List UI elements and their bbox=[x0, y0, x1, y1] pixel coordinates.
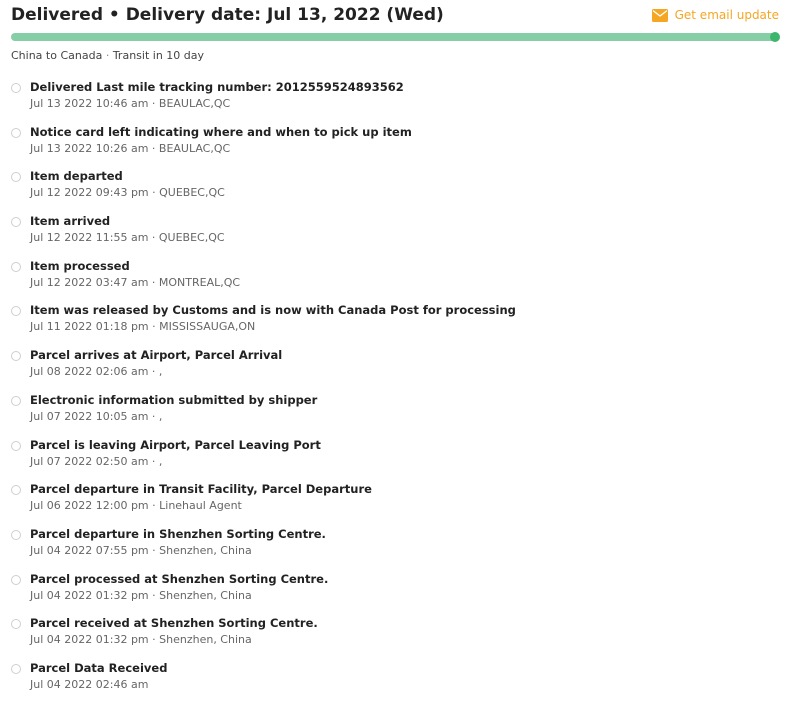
tracking-event: Parcel processed at Shenzhen Sorting Cen… bbox=[10, 572, 780, 617]
progress-fill bbox=[11, 33, 779, 41]
event-description: Parcel is leaving Airport, Parcel Leavin… bbox=[30, 437, 321, 452]
timeline-dot-icon bbox=[11, 574, 21, 585]
event-time-location: Jul 13 2022 10:26 am · BEAULAC,QC bbox=[30, 141, 231, 155]
event-description: Electronic information submitted by ship… bbox=[30, 392, 318, 407]
event-time-location: Jul 12 2022 11:55 am · QUEBEC,QC bbox=[30, 231, 225, 245]
tracking-event: Item arrived Jul 12 2022 11:55 am · QUEBE… bbox=[10, 214, 780, 259]
event-time-location: Jul 07 2022 10:05 am · , bbox=[30, 409, 163, 423]
delivery-status-title: Delivered • Delivery date: Jul 13, 2022 … bbox=[11, 5, 444, 25]
route-summary: China to Canada · Transit in 10 day bbox=[11, 49, 204, 63]
timeline-dot-icon bbox=[11, 663, 21, 674]
tracking-event: Notice card left indicating where and wh… bbox=[10, 125, 780, 170]
tracking-event: Item departed Jul 12 2022 09:43 pm · QUEB… bbox=[10, 169, 780, 214]
event-description: Delivered Last mile tracking number: 201… bbox=[30, 80, 404, 94]
tracking-event: Parcel departure in Shenzhen Sorting Cen… bbox=[10, 527, 780, 572]
event-description: Parcel Data Received bbox=[30, 660, 168, 675]
tracking-event: Item processed Jul 12 2022 03:47 am · MON… bbox=[10, 259, 780, 304]
tracking-event: Parcel Data Received Jul 04 2022 02:46 am bbox=[10, 661, 780, 706]
tracking-event: Electronic information submitted by ship… bbox=[10, 393, 780, 438]
tracking-header: Delivered • Delivery date: Jul 13, 2022 … bbox=[11, 4, 779, 28]
timeline-dot-icon bbox=[11, 261, 21, 272]
progress-end-dot bbox=[770, 32, 780, 42]
get-email-update-label: Get email update bbox=[674, 8, 779, 22]
event-time-location: Jul 06 2022 12:00 pm · Linehaul Agent bbox=[30, 499, 242, 513]
get-email-update-link[interactable]: Get email update bbox=[651, 7, 779, 23]
event-time-location: Jul 11 2022 01:18 pm · MISSISSAUGA,ON bbox=[30, 320, 256, 334]
route-origin-destination: China to Canada bbox=[11, 49, 103, 62]
event-time-location: Jul 12 2022 03:47 am · MONTREAL,QC bbox=[30, 275, 241, 289]
timeline-dot-icon bbox=[11, 172, 21, 183]
event-time-location: Jul 04 2022 01:32 pm · Shenzhen, China bbox=[30, 588, 252, 602]
event-time-location: Jul 07 2022 02:50 am · , bbox=[30, 454, 163, 468]
timeline-dot-icon bbox=[11, 83, 21, 93]
event-description: Parcel departure in Transit Facility, Pa… bbox=[30, 482, 372, 497]
timeline-dot-icon bbox=[11, 395, 21, 406]
event-description: Item processed bbox=[30, 258, 130, 273]
tracking-event: Parcel arrives at Airport, Parcel Arriva… bbox=[10, 348, 780, 393]
event-description: Parcel arrives at Airport, Parcel Arriva… bbox=[30, 348, 283, 363]
event-description: Item arrived bbox=[30, 214, 111, 229]
envelope-icon bbox=[651, 8, 668, 22]
event-description: Notice card left indicating where and wh… bbox=[30, 124, 412, 139]
event-time-location: Jul 12 2022 09:43 pm · QUEBEC,QC bbox=[30, 186, 225, 200]
event-description: Parcel departure in Shenzhen Sorting Cen… bbox=[30, 526, 326, 541]
tracking-event: Item was released by Customs and is now … bbox=[10, 303, 780, 348]
tracking-event: Parcel departure in Transit Facility, Pa… bbox=[10, 482, 780, 527]
timeline-dot-icon bbox=[11, 127, 21, 138]
timeline-dot-icon bbox=[11, 529, 21, 540]
event-time-location: Jul 08 2022 02:06 am · , bbox=[30, 365, 163, 379]
tracking-event: Parcel received at Shenzhen Sorting Cent… bbox=[10, 616, 780, 661]
route-separator: · bbox=[105, 49, 110, 62]
timeline-dot-icon bbox=[11, 440, 21, 451]
event-description: Item was released by Customs and is now … bbox=[30, 303, 516, 318]
tracking-event: Delivered Last mile tracking number: 201… bbox=[10, 80, 780, 125]
event-description: Parcel processed at Shenzhen Sorting Cen… bbox=[30, 571, 329, 586]
delivery-progress-bar bbox=[11, 32, 780, 42]
timeline-dot-icon bbox=[11, 485, 21, 496]
event-time-location: Jul 04 2022 07:55 pm · Shenzhen, China bbox=[30, 543, 252, 557]
timeline-dot-icon bbox=[11, 217, 21, 228]
event-time-location: Jul 04 2022 02:46 am bbox=[30, 677, 149, 691]
event-description: Parcel received at Shenzhen Sorting Cent… bbox=[30, 616, 318, 631]
timeline-dot-icon bbox=[11, 619, 21, 630]
route-transit-time: Transit in 10 day bbox=[112, 49, 205, 62]
event-time-location: Jul 04 2022 01:32 pm · Shenzhen, China bbox=[30, 633, 252, 647]
timeline-dot-icon bbox=[11, 306, 21, 317]
tracking-event: Parcel is leaving Airport, Parcel Leavin… bbox=[10, 438, 780, 483]
event-description: Item departed bbox=[30, 169, 123, 184]
timeline-dot-icon bbox=[11, 351, 21, 362]
event-time-location: Jul 13 2022 10:46 am · BEAULAC,QC bbox=[30, 97, 231, 110]
tracking-events-list: Delivered Last mile tracking number: 201… bbox=[10, 80, 780, 706]
